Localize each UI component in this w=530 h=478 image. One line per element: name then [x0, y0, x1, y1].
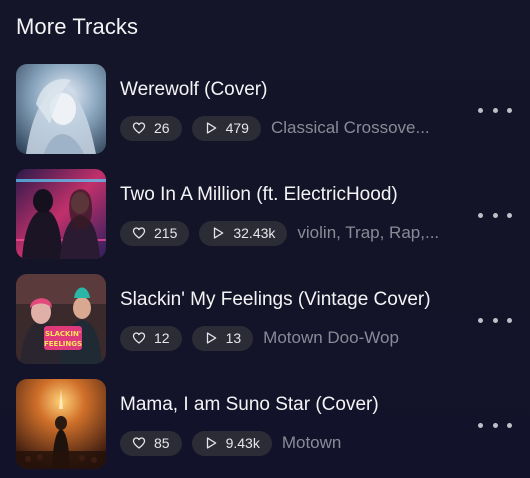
track-genre[interactable]: Classical Crossove...	[271, 118, 430, 138]
section-title: More Tracks	[16, 14, 139, 39]
heart-icon	[132, 122, 146, 134]
heart-icon	[132, 437, 146, 449]
play-count: 479	[225, 120, 249, 136]
play-count: 13	[225, 330, 242, 346]
like-count: 85	[154, 435, 170, 451]
play-icon	[206, 122, 216, 134]
track-genre[interactable]: violin, Trap, Rap,...	[297, 223, 439, 243]
more-options-button[interactable]	[478, 417, 512, 433]
track-row[interactable]: Werewolf (Cover) 26 479 Classical Crosso…	[0, 64, 530, 156]
like-count: 12	[154, 330, 170, 346]
like-button[interactable]: 215	[120, 220, 190, 246]
track-cover-image[interactable]	[16, 64, 106, 154]
like-button[interactable]: 26	[120, 115, 182, 141]
track-meta: 85 9.43k Motown	[120, 430, 341, 456]
track-genre[interactable]: Motown	[282, 433, 342, 453]
play-count-badge[interactable]: 9.43k	[191, 430, 272, 456]
heart-icon	[132, 227, 146, 239]
track-cover-image[interactable]	[16, 169, 106, 259]
play-count-badge[interactable]: 32.43k	[199, 220, 288, 246]
track-title[interactable]: Two In A Million (ft. ElectricHood)	[120, 184, 398, 206]
heart-icon	[132, 332, 146, 344]
like-count: 215	[154, 225, 178, 241]
track-title[interactable]: Slackin' My Feelings (Vintage Cover)	[120, 289, 431, 311]
play-count: 32.43k	[233, 225, 276, 241]
like-button[interactable]: 85	[120, 430, 182, 456]
more-options-button[interactable]	[478, 312, 512, 328]
play-icon	[214, 227, 224, 239]
track-title[interactable]: Mama, I am Suno Star (Cover)	[120, 394, 379, 416]
like-count: 26	[154, 120, 170, 136]
svg-text:FEELINGS: FEELINGS	[44, 340, 82, 348]
more-dots-icon	[478, 317, 483, 323]
track-row[interactable]: Two In A Million (ft. ElectricHood) 215 …	[0, 169, 530, 261]
track-genre[interactable]: Motown Doo-Wop	[263, 328, 399, 348]
play-count-badge[interactable]: 479	[191, 115, 261, 141]
play-count-badge[interactable]: 13	[191, 325, 254, 351]
svg-text:SLACKIN': SLACKIN'	[45, 330, 81, 338]
track-cover-image[interactable]: SLACKIN' FEELINGS	[16, 274, 106, 364]
more-dots-icon	[478, 212, 483, 218]
play-icon	[206, 437, 216, 449]
more-tracks-panel: More Tracks Werewolf (Cover) 26 479 Clas…	[0, 0, 530, 478]
track-meta: 26 479 Classical Crossove...	[120, 115, 430, 141]
more-options-button[interactable]	[478, 207, 512, 223]
track-title[interactable]: Werewolf (Cover)	[120, 79, 267, 101]
track-row[interactable]: Mama, I am Suno Star (Cover) 85 9.43k Mo…	[0, 379, 530, 471]
track-meta: 215 32.43k violin, Trap, Rap,...	[120, 220, 439, 246]
like-button[interactable]: 12	[120, 325, 182, 351]
more-dots-icon	[478, 107, 483, 113]
play-count: 9.43k	[225, 435, 260, 451]
track-meta: 12 13 Motown Doo-Wop	[120, 325, 399, 351]
track-cover-image[interactable]	[16, 379, 106, 469]
track-row[interactable]: SLACKIN' FEELINGS Slackin' My Feelings (…	[0, 274, 530, 366]
play-icon	[206, 332, 216, 344]
more-dots-icon	[478, 422, 483, 428]
more-options-button[interactable]	[478, 102, 512, 118]
